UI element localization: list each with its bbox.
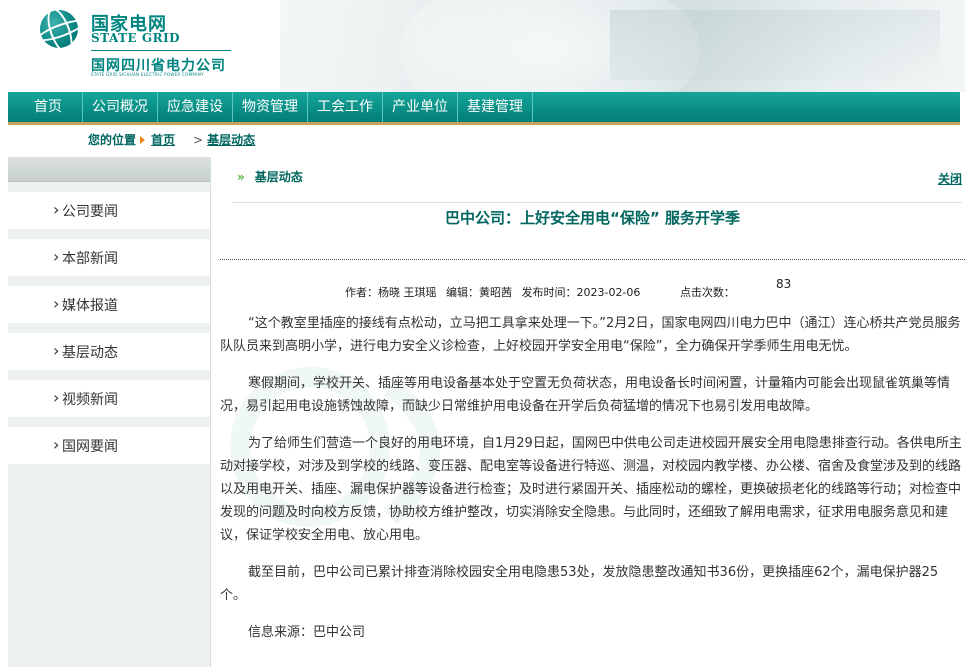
nav-item-union[interactable]: 工会工作 <box>308 92 383 122</box>
article-paragraph: 截至目前，巴中公司已累计排查消除校园安全用电隐患53处，发放隐患整改通知书36份… <box>220 565 939 603</box>
sidebar-header <box>8 157 210 182</box>
sidebar-item-label: 公司要闻 <box>53 200 118 221</box>
sidebar-item-hq-news[interactable]: 本部新闻 <box>8 239 210 276</box>
breadcrumb-separator-icon: > <box>193 133 204 147</box>
site-header: 国家电网 STATE GRID 国网四川省电力公司 STATE GRID SIC… <box>0 0 965 92</box>
article-clicks-label: 点击次数： <box>679 286 735 299</box>
breadcrumb-home-link[interactable]: 首页 <box>151 133 175 147</box>
divider <box>232 202 962 203</box>
brand-subsidiary-en: STATE GRID SICHUAN ELECTRIC POWER COMPAN… <box>91 72 204 77</box>
sidebar: 公司要闻 本部新闻 媒体报道 基层动态 视频新闻 国网要闻 <box>8 157 211 667</box>
brand-name-en: STATE GRID <box>91 31 181 45</box>
sidebar-item-sgcc-news[interactable]: 国网要闻 <box>8 427 210 464</box>
sidebar-item-media-reports[interactable]: 媒体报道 <box>8 286 210 323</box>
main-nav: 首页 公司概况 应急建设 物资管理 工会工作 产业单位 基建管理 <box>8 92 960 125</box>
article-body: “这个教室里插座的接线有点松动，立马把工具拿来处理一下。”2月2日，国家电网四川… <box>220 312 963 658</box>
nav-item-materials[interactable]: 物资管理 <box>233 92 308 122</box>
article-meta: 作者：杨晓 王琪瑶 编辑：黄昭茜 发布时间：2023-02-06 点击次数： <box>345 284 743 300</box>
breadcrumb: 您的位置 首页 > 基层动态 <box>88 131 255 148</box>
dotted-divider <box>220 259 965 260</box>
article-paragraph: 寒假期间，学校开关、插座等用电设备基本处于空置无负荷状态，用电设备长时间闲置，计… <box>220 376 951 414</box>
close-link[interactable]: 关闭 <box>938 170 962 187</box>
sidebar-item-label: 视频新闻 <box>53 388 118 409</box>
nav-item-construction[interactable]: 基建管理 <box>458 92 533 122</box>
breadcrumb-arrow-icon <box>140 136 146 144</box>
breadcrumb-label: 您的位置 <box>88 133 137 147</box>
sidebar-item-grassroots[interactable]: 基层动态 <box>8 333 210 370</box>
section-heading-label: 基层动态 <box>254 170 303 184</box>
sidebar-item-video-news[interactable]: 视频新闻 <box>8 380 210 417</box>
state-grid-logo-icon <box>40 10 78 48</box>
sidebar-item-label: 本部新闻 <box>53 247 118 268</box>
section-heading: » 基层动态 <box>237 168 303 185</box>
header-banner <box>280 0 965 92</box>
sidebar-item-label: 媒体报道 <box>53 294 118 315</box>
breadcrumb-current-link[interactable]: 基层动态 <box>207 133 255 147</box>
brand-divider <box>91 50 231 51</box>
article-paragraph: “这个教室里插座的接线有点松动，立马把工具拿来处理一下。”2月2日，国家电网四川… <box>220 316 961 354</box>
article-source: 信息来源：巴中公司 <box>248 625 366 640</box>
sidebar-item-label: 基层动态 <box>53 341 118 362</box>
article-paragraph: 为了给师生们营造一个良好的用电环境，自1月29日起，国网巴中供电公司走进校园开展… <box>220 436 962 543</box>
nav-item-emergency[interactable]: 应急建设 <box>158 92 233 122</box>
nav-item-home[interactable]: 首页 <box>8 92 83 122</box>
nav-item-company-overview[interactable]: 公司概况 <box>83 92 158 122</box>
article-author: 作者：杨晓 王琪瑶 <box>345 286 437 299</box>
sidebar-item-company-news[interactable]: 公司要闻 <box>8 192 210 229</box>
sidebar-item-label: 国网要闻 <box>53 435 118 456</box>
double-chevron-icon: » <box>237 170 245 184</box>
article-editor: 编辑：黄昭茜 <box>446 286 512 299</box>
article-clicks-count: 83 <box>776 277 792 291</box>
article-title: 巴中公司：上好安全用电“保险” 服务开学季 <box>445 209 740 227</box>
article-published: 发布时间：2023-02-06 <box>521 286 641 299</box>
nav-item-industry[interactable]: 产业单位 <box>383 92 458 122</box>
article-panel: » 基层动态 关闭 巴中公司：上好安全用电“保险” 服务开学季 作者：杨晓 王琪瑶… <box>220 157 965 667</box>
